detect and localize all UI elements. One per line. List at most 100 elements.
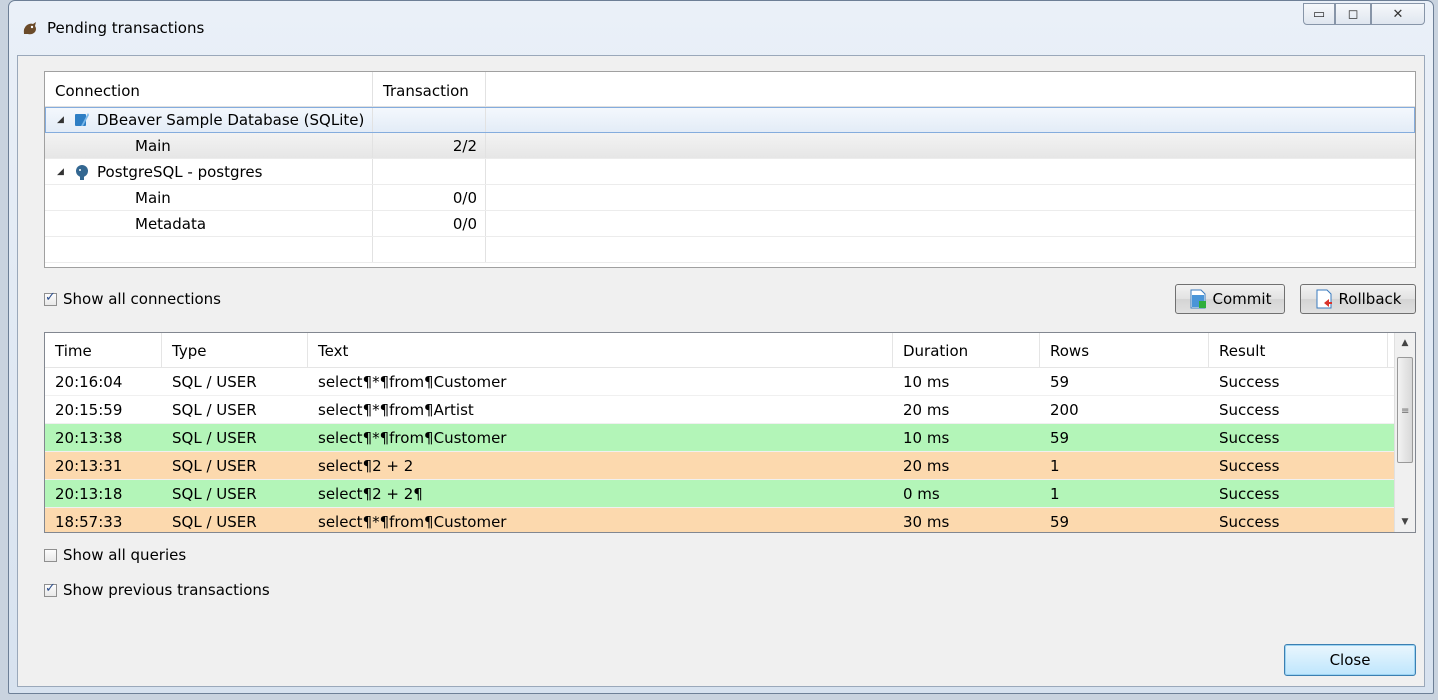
cell-rows: 59 <box>1050 372 1070 391</box>
context-label: Metadata <box>135 214 207 233</box>
close-button[interactable]: Close <box>1284 644 1416 676</box>
col-header-duration[interactable]: Duration <box>893 333 1040 367</box>
col-header-transaction[interactable]: Transaction <box>373 72 486 106</box>
expand-arrow-icon[interactable]: ◢ <box>57 115 67 125</box>
table-row[interactable]: 20:13:31 SQL / USER select¶2 + 2 20 ms 1… <box>45 452 1415 480</box>
cell-rows: 200 <box>1050 400 1079 419</box>
cell-text: select¶2 + 2 <box>318 456 414 475</box>
close-window-button[interactable]: ✕ <box>1371 3 1425 25</box>
rollback-label: Rollback <box>1338 290 1402 308</box>
col-header-result[interactable]: Result <box>1209 333 1388 367</box>
cell-time: 20:16:04 <box>55 372 123 391</box>
cell-text: select¶2 + 2¶ <box>318 484 423 503</box>
connection-label: DBeaver Sample Database (SQLite) <box>97 110 365 129</box>
connection-row-postgres[interactable]: ◢ PostgreSQL - postgres <box>45 159 1415 185</box>
context-label: Main <box>135 188 171 207</box>
sqlite-icon <box>75 112 89 126</box>
cell-time: 18:57:33 <box>55 512 123 531</box>
cell-text: select¶*¶from¶Customer <box>318 512 507 531</box>
table-row[interactable]: 20:13:18 SQL / USER select¶2 + 2¶ 0 ms 1… <box>45 480 1415 508</box>
cell-duration: 30 ms <box>903 512 950 531</box>
show-all-queries-checkbox[interactable]: Show all queries <box>44 546 186 564</box>
show-previous-transactions-checkbox[interactable]: Show previous transactions <box>44 581 270 599</box>
col-header-rows[interactable]: Rows <box>1040 333 1209 367</box>
table-row[interactable]: 18:57:33 SQL / USER select¶*¶from¶Custom… <box>45 508 1415 532</box>
rollback-button[interactable]: Rollback <box>1300 284 1416 314</box>
show-all-connections-checkbox[interactable]: Show all connections <box>44 290 221 308</box>
cell-type: SQL / USER <box>172 372 257 391</box>
empty-row <box>45 237 1415 263</box>
maximize-button[interactable]: ◻ <box>1335 3 1371 25</box>
cell-time: 20:13:31 <box>55 456 123 475</box>
dialog-body: Connection Transaction ◢ DBeaver Sample … <box>17 55 1425 687</box>
cell-type: SQL / USER <box>172 428 257 447</box>
cell-duration: 0 ms <box>903 484 940 503</box>
title-bar[interactable]: Pending transactions ▭ ◻ ✕ <box>9 1 1433 55</box>
cell-duration: 10 ms <box>903 372 950 391</box>
vertical-scrollbar[interactable]: ▲ ≡ ▼ <box>1394 333 1415 532</box>
close-label: Close <box>1329 651 1371 669</box>
cell-duration: 20 ms <box>903 400 950 419</box>
col-header-time[interactable]: Time <box>45 333 162 367</box>
show-all-queries-label: Show all queries <box>63 546 187 564</box>
cell-text: select¶*¶from¶Customer <box>318 372 507 391</box>
transaction-count: 0/0 <box>373 211 486 236</box>
cell-result: Success <box>1219 484 1280 503</box>
cell-type: SQL / USER <box>172 400 257 419</box>
scroll-down-icon[interactable]: ▼ <box>1395 512 1415 532</box>
dbeaver-app-icon <box>23 22 36 35</box>
context-label: Main <box>135 136 171 155</box>
cell-rows: 59 <box>1050 428 1070 447</box>
show-previous-transactions-label: Show previous transactions <box>63 581 270 599</box>
window-title: Pending transactions <box>47 19 205 37</box>
table-row[interactable]: 20:13:38 SQL / USER select¶*¶from¶Custom… <box>45 424 1415 452</box>
connections-table[interactable]: Connection Transaction ◢ DBeaver Sample … <box>44 71 1416 268</box>
transaction-log-table[interactable]: Time Type Text Duration Rows Result 20:1… <box>44 332 1416 533</box>
cell-rows: 59 <box>1050 512 1070 531</box>
connection-row-sqlite[interactable]: ◢ DBeaver Sample Database (SQLite) <box>45 107 1415 133</box>
cell-duration: 10 ms <box>903 428 950 447</box>
transaction-count: 2/2 <box>373 133 486 158</box>
pending-transactions-dialog: Pending transactions ▭ ◻ ✕ Connection Tr… <box>8 0 1434 694</box>
transaction-count: 0/0 <box>373 185 486 210</box>
table-row[interactable]: 20:15:59 SQL / USER select¶*¶from¶Artist… <box>45 396 1415 424</box>
checkbox-checked-icon[interactable] <box>44 581 57 597</box>
cell-result: Success <box>1219 512 1280 531</box>
table-row[interactable]: 20:16:04 SQL / USER select¶*¶from¶Custom… <box>45 368 1415 396</box>
connection-row-postgres-metadata[interactable]: Metadata 0/0 <box>45 211 1415 237</box>
cell-type: SQL / USER <box>172 456 257 475</box>
maximize-icon: ◻ <box>1347 6 1359 22</box>
cell-result: Success <box>1219 428 1280 447</box>
close-icon: ✕ <box>1392 6 1404 22</box>
commit-label: Commit <box>1212 290 1272 308</box>
cell-rows: 1 <box>1050 456 1060 475</box>
log-table-header: Time Type Text Duration Rows Result <box>45 333 1415 368</box>
cell-type: SQL / USER <box>172 484 257 503</box>
connection-row-sqlite-main[interactable]: Main 2/2 <box>45 133 1415 159</box>
cell-result: Success <box>1219 400 1280 419</box>
col-header-text[interactable]: Text <box>308 333 893 367</box>
cell-type: SQL / USER <box>172 512 257 531</box>
connection-row-postgres-main[interactable]: Main 0/0 <box>45 185 1415 211</box>
rollback-icon <box>1316 289 1332 309</box>
expand-arrow-icon[interactable]: ◢ <box>57 167 67 177</box>
cell-result: Success <box>1219 372 1280 391</box>
checkbox-checked-icon[interactable] <box>44 290 57 306</box>
cell-time: 20:15:59 <box>55 400 123 419</box>
connection-label: PostgreSQL - postgres <box>97 162 263 181</box>
cell-time: 20:13:38 <box>55 428 123 447</box>
minimize-button[interactable]: ▭ <box>1303 3 1335 25</box>
commit-button[interactable]: Commit <box>1175 284 1285 314</box>
cell-text: select¶*¶from¶Customer <box>318 428 507 447</box>
col-header-type[interactable]: Type <box>162 333 308 367</box>
checkbox-unchecked-icon[interactable] <box>44 548 57 562</box>
cell-time: 20:13:18 <box>55 484 123 503</box>
col-header-connection[interactable]: Connection <box>45 72 373 106</box>
postgresql-icon <box>76 164 88 180</box>
scrollbar-thumb[interactable]: ≡ <box>1397 357 1413 463</box>
cell-result: Success <box>1219 456 1280 475</box>
scroll-up-icon[interactable]: ▲ <box>1395 333 1415 353</box>
show-all-connections-label: Show all connections <box>63 290 221 308</box>
cell-text: select¶*¶from¶Artist <box>318 400 474 419</box>
cell-duration: 20 ms <box>903 456 950 475</box>
